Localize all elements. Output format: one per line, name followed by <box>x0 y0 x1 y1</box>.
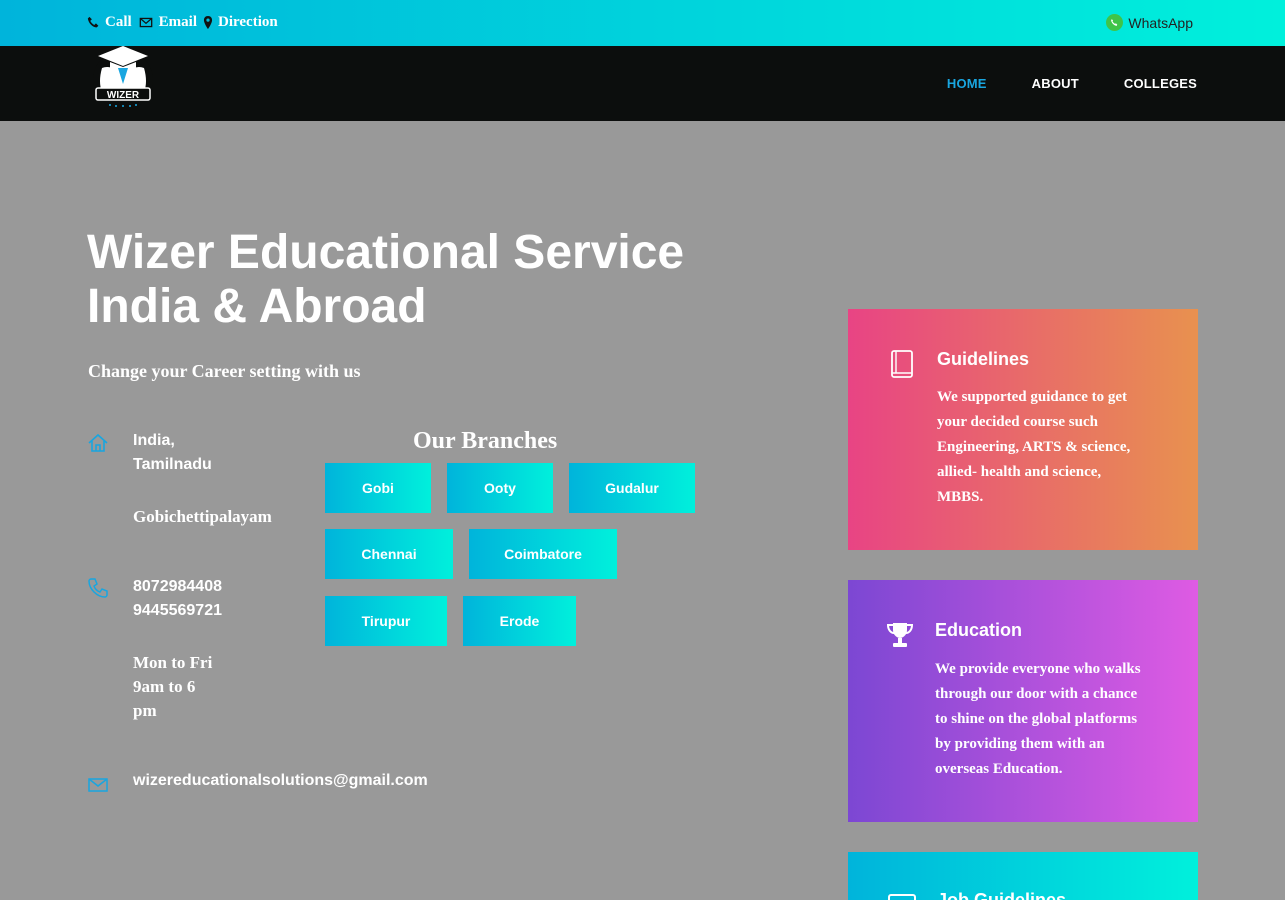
education-card: Education We provide everyone who walks … <box>848 580 1198 822</box>
top-bar: Call Email Direction WhatsApp <box>0 0 1285 46</box>
book-icon <box>891 350 913 378</box>
education-line: by providing them with an <box>935 736 1105 752</box>
envelope-icon <box>139 17 153 28</box>
branch-ooty[interactable]: Ooty <box>447 463 553 513</box>
home-icon <box>88 433 108 452</box>
education-line: overseas Education. <box>935 761 1063 777</box>
nav-menu: HOME ABOUT COLLEGES <box>947 76 1197 91</box>
phone-2[interactable]: 9445569721 <box>133 599 222 623</box>
mail-icon <box>88 778 108 792</box>
location-text: India, Tamilnadu <box>133 429 212 477</box>
trophy-icon <box>886 623 914 647</box>
phone-icon <box>87 16 99 28</box>
email-link[interactable]: Email <box>138 14 197 31</box>
branch-gobi[interactable]: Gobi <box>325 463 431 513</box>
wizer-logo[interactable]: WIZER <box>88 42 158 112</box>
job-guidelines-card: Job Guidelines <box>848 852 1198 900</box>
branch-gudalur[interactable]: Gudalur <box>569 463 695 513</box>
location-line1: India, <box>133 432 175 449</box>
hero-subtitle: Change your Career setting with us <box>88 361 361 381</box>
hero-title: Wizer Educational Service India & Abroad <box>87 226 684 334</box>
email-label: Email <box>158 14 198 30</box>
phone-outline-icon <box>88 578 108 598</box>
whatsapp-icon <box>1106 14 1124 31</box>
hours-line2: 9am to 6 <box>133 677 196 696</box>
branch-chennai[interactable]: Chennai <box>325 529 453 579</box>
education-line: to shine on the global platforms <box>935 711 1138 727</box>
guidelines-title: Guidelines <box>937 349 1030 369</box>
hours-line3: pm <box>133 701 157 720</box>
branch-tirupur[interactable]: Tirupur <box>325 596 447 646</box>
nav-about[interactable]: ABOUT <box>1032 76 1079 91</box>
location-line2: Tamilnadu <box>133 456 212 473</box>
nav-home[interactable]: HOME <box>947 76 987 91</box>
guidelines-line: We supported guidance to get <box>937 389 1128 405</box>
education-text: We provide everyone who walks through ou… <box>935 657 1141 782</box>
whatsapp-label: WhatsApp <box>1128 14 1193 31</box>
guidelines-text: We supported guidance to get your decide… <box>937 385 1130 510</box>
nav-colleges[interactable]: COLLEGES <box>1124 76 1197 91</box>
call-label: Call <box>105 14 132 30</box>
whatsapp-link[interactable]: WhatsApp <box>1106 14 1193 31</box>
branch-coimbatore[interactable]: Coimbatore <box>469 529 617 579</box>
hours-line1: Mon to Fri <box>133 653 213 672</box>
hours-text: Mon to Fri 9am to 6 pm <box>133 651 212 723</box>
guidelines-line: Engineering, ARTS & science, <box>937 439 1131 455</box>
education-title: Education <box>935 620 1023 640</box>
main-navbar: WIZER HOME ABOUT COLLEGES <box>0 46 1285 121</box>
briefcase-icon <box>888 894 916 900</box>
job-guidelines-title: Job Guidelines <box>937 890 1067 900</box>
guidelines-line: your decided course such <box>937 414 1098 430</box>
logo-text: WIZER <box>107 90 140 101</box>
education-line: through our door with a chance <box>935 686 1138 702</box>
phone-numbers: 8072984408 9445569721 <box>133 575 222 623</box>
guidelines-line: allied- health and science, <box>937 464 1102 480</box>
hero-title-line1: Wizer Educational Service <box>87 226 685 279</box>
branch-erode[interactable]: Erode <box>463 596 576 646</box>
direction-link[interactable]: Direction <box>203 14 278 31</box>
branches-title: Our Branches <box>413 428 558 454</box>
education-line: We provide everyone who walks <box>935 661 1141 677</box>
guidelines-card: Guidelines We supported guidance to get … <box>848 309 1198 550</box>
city-text: Gobichettipalayam <box>133 507 272 526</box>
call-link[interactable]: Call <box>87 14 132 31</box>
phone-1[interactable]: 8072984408 <box>133 575 222 599</box>
top-links: Call Email Direction <box>87 14 278 31</box>
direction-label: Direction <box>218 14 278 30</box>
hero-title-line2: India & Abroad <box>87 280 427 333</box>
guidelines-line: MBBS. <box>937 489 984 505</box>
map-pin-icon <box>203 16 213 29</box>
email-address[interactable]: wizereducationalsolutions@gmail.com <box>133 769 428 793</box>
